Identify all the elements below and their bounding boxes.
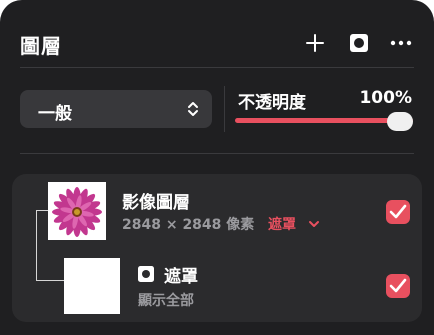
chevron-down-icon[interactable] bbox=[308, 219, 320, 229]
header-divider bbox=[20, 67, 414, 68]
mask-layer-subtitle: 顯示全部 bbox=[138, 293, 194, 309]
checkmark-icon bbox=[389, 278, 407, 293]
image-layer-visibility-checkbox[interactable] bbox=[386, 200, 410, 224]
chevron-up-down-icon bbox=[188, 102, 198, 116]
mask-thumbnail bbox=[64, 258, 120, 314]
opacity-slider[interactable] bbox=[235, 112, 413, 132]
blend-mode-select[interactable]: 一般 bbox=[20, 90, 212, 128]
add-icon[interactable] bbox=[304, 32, 326, 54]
mask-layer-name: 遮罩 bbox=[164, 267, 198, 287]
image-layer-thumbnail bbox=[48, 182, 106, 240]
layers-panel: 圖層 一般 不透明度 100% 影像圖層 2848 × 2848 像素 遮罩 遮… bbox=[0, 0, 434, 335]
image-layer-dimensions: 2848 × 2848 像素 bbox=[122, 217, 255, 233]
opacity-label: 不透明度 bbox=[238, 93, 306, 113]
blend-mode-value: 一般 bbox=[38, 104, 72, 124]
layer-row-mask[interactable]: 遮罩 顯示全部 bbox=[12, 252, 422, 322]
more-icon[interactable] bbox=[390, 32, 412, 54]
panel-title: 圖層 bbox=[20, 34, 62, 58]
controls-divider bbox=[20, 153, 414, 154]
checkmark-icon bbox=[389, 204, 407, 219]
layer-list: 影像圖層 2848 × 2848 像素 遮罩 遮罩 顯示全部 bbox=[12, 174, 422, 322]
mask-icon bbox=[138, 266, 154, 282]
mask-menu-link[interactable]: 遮罩 bbox=[268, 214, 296, 234]
opacity-value: 100% bbox=[359, 88, 412, 108]
image-layer-name: 影像圖層 bbox=[122, 193, 190, 213]
layer-row-image[interactable]: 影像圖層 2848 × 2848 像素 遮罩 bbox=[12, 174, 422, 246]
opacity-slider-thumb[interactable] bbox=[387, 112, 413, 131]
controls-separator bbox=[224, 86, 225, 132]
mask-icon[interactable] bbox=[348, 32, 370, 54]
mask-visibility-checkbox[interactable] bbox=[386, 274, 410, 298]
panel-header: 圖層 bbox=[20, 30, 420, 60]
